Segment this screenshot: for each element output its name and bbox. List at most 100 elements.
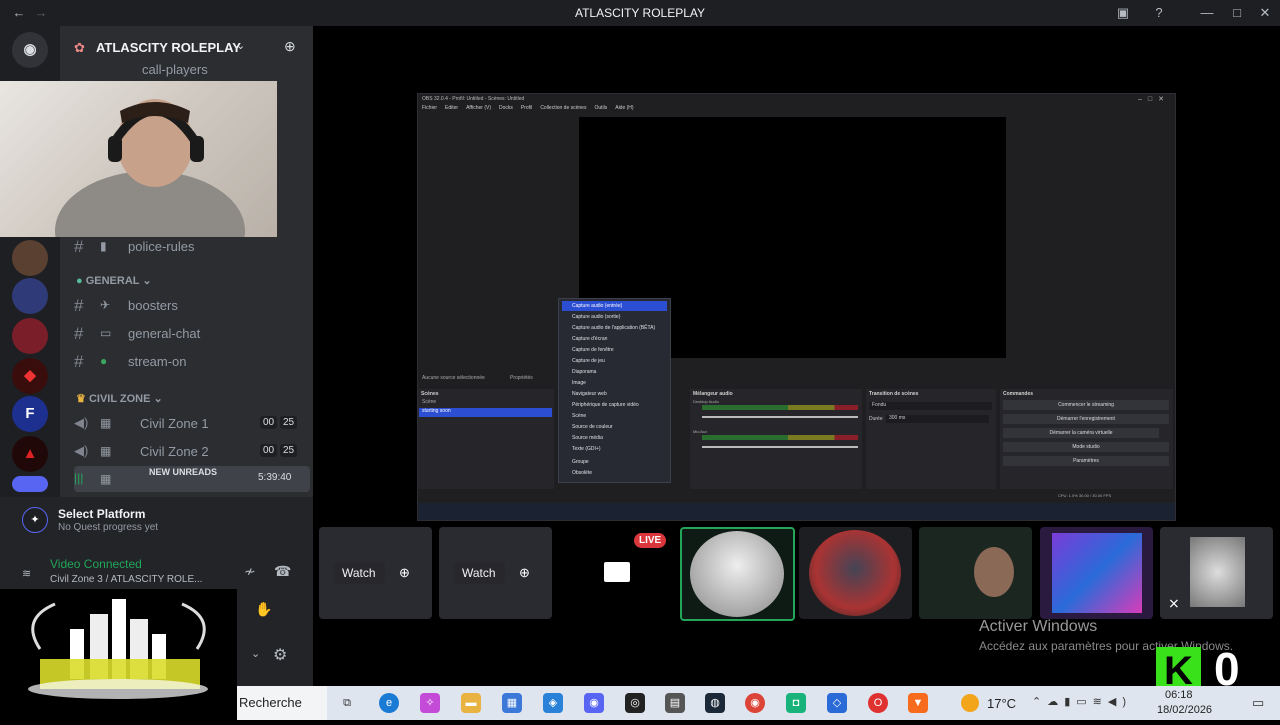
category-civil-zone[interactable]: ♛ CIVIL ZONE ⌄	[76, 392, 163, 405]
menu-item-window-capture[interactable]: Capture de fenêtre	[562, 345, 667, 355]
server-icon[interactable]	[12, 476, 48, 492]
menu-item-audio-output[interactable]: Capture audio (sortie)	[562, 312, 667, 322]
watch-button[interactable]: Watch	[333, 562, 385, 584]
voice-channel-civil-zone-1[interactable]: ◀) ▦ Civil Zone 1 00 25	[74, 410, 310, 436]
clock-date[interactable]: 18/02/2026	[1157, 704, 1212, 716]
scene-item[interactable]: Scène	[419, 399, 554, 408]
obs-menu-item[interactable]: Docks	[499, 105, 513, 111]
menu-item-image[interactable]: Image	[562, 378, 667, 388]
obs-menu-item[interactable]: Profil	[521, 105, 532, 111]
task-view-icon[interactable]: ⧉	[337, 693, 357, 713]
obs-menu-item[interactable]: Outils	[594, 105, 607, 111]
start-streaming-button[interactable]: Commencer le streaming	[1003, 400, 1169, 410]
menu-item-deprecated[interactable]: Obsolète	[562, 468, 667, 478]
menu-item-group[interactable]: Groupe	[562, 457, 667, 467]
obs-taskbar-icon[interactable]: ◎	[625, 693, 645, 713]
server-icon[interactable]	[12, 318, 48, 354]
menu-item-browser[interactable]: Navigateur web	[562, 389, 667, 399]
transition-select[interactable]: Fondu	[869, 402, 992, 410]
server-icon[interactable]	[12, 278, 48, 314]
soundboard-icon[interactable]: ✋	[255, 601, 272, 618]
stream-tile[interactable]: Watch ⊕	[319, 527, 432, 619]
brave-icon[interactable]: ▼	[908, 693, 928, 713]
zoom-icon[interactable]: ⊕	[519, 565, 530, 581]
own-stream-tile[interactable]: LIVE	[559, 527, 672, 619]
quest-icon[interactable]: ✦	[22, 507, 48, 533]
properties-button[interactable]: Propriétés	[510, 375, 533, 381]
weather-temp[interactable]: 17°C	[987, 696, 1016, 711]
obs-menu-item[interactable]: Aide (H)	[615, 105, 633, 111]
voice-status[interactable]: Video Connected	[50, 557, 142, 571]
menu-item-media-source[interactable]: Source média	[562, 433, 667, 443]
menu-item-color-source[interactable]: Source de couleur	[562, 422, 667, 432]
new-unreads-banner[interactable]: NEW UNREADS	[146, 466, 221, 478]
select-platform-title[interactable]: Select Platform	[58, 507, 145, 521]
taskbar-search[interactable]: Recherche	[237, 686, 327, 720]
channel-boosters[interactable]: # ✈ boosters	[74, 292, 310, 318]
obs-menu-bar[interactable]: Fichier Editer Afficher (V) Docks Profil Coll…	[422, 105, 642, 111]
voice-channel-current[interactable]: ||| ▦ NEW UNREADS 5:39:40	[74, 466, 310, 492]
obs-window-controls[interactable]: –□✕	[1138, 95, 1170, 103]
app-icon[interactable]: ▤	[665, 693, 685, 713]
scene-item-selected[interactable]: starting soon	[419, 408, 552, 417]
watch-button[interactable]: Watch	[453, 562, 505, 584]
gear-icon[interactable]: ⚙	[273, 645, 287, 665]
app-icon[interactable]: ◇	[827, 693, 847, 713]
edge-icon[interactable]: e	[379, 693, 399, 713]
obs-menu-item[interactable]: Collection de scènes	[540, 105, 586, 111]
participant-tile[interactable]	[799, 527, 912, 619]
zoom-icon[interactable]: ⊕	[399, 565, 410, 581]
minimize-icon[interactable]: —	[1198, 4, 1216, 22]
file-explorer-icon[interactable]: ▬	[461, 693, 481, 713]
obs-menu-item[interactable]: Afficher (V)	[466, 105, 491, 111]
inbox-icon[interactable]: ▣	[1114, 4, 1132, 22]
steam-icon[interactable]: ◍	[705, 693, 725, 713]
menu-item-app-audio[interactable]: Capture audio de l'application (BÊTA)	[562, 323, 667, 333]
app-icon[interactable]: ◈	[543, 693, 563, 713]
close-icon[interactable]: ✕	[1256, 4, 1274, 22]
participant-tile[interactable]	[1040, 527, 1153, 619]
copilot-icon[interactable]: ✧	[420, 693, 440, 713]
add-member-icon[interactable]: ⊕	[284, 38, 296, 55]
start-recording-button[interactable]: Démarrer l'enregistrement	[1003, 414, 1169, 424]
menu-item-video-capture[interactable]: Périphérique de capture vidéo	[562, 400, 667, 410]
participant-tile[interactable]: ⨯	[1160, 527, 1273, 619]
help-icon[interactable]: ?	[1150, 4, 1168, 22]
menu-item-screen-capture[interactable]: Capture d'écran	[562, 334, 667, 344]
menu-item-game-capture[interactable]: Capture de jeu	[562, 356, 667, 366]
voice-channel-name[interactable]: Civil Zone 3 / ATLASCITY ROLE...	[50, 574, 202, 585]
disconnect-icon[interactable]: ☎	[274, 563, 291, 580]
discord-home-icon[interactable]: ◉	[12, 32, 48, 68]
volume-slider[interactable]	[702, 446, 858, 448]
store-icon[interactable]: ▦	[502, 693, 522, 713]
clock-time[interactable]: 06:18	[1165, 689, 1193, 701]
chevron-down-icon[interactable]: ⌄	[236, 39, 245, 52]
app-icon[interactable]: ◘	[786, 693, 806, 713]
server-name[interactable]: ATLASCITY ROLEPLAY	[96, 40, 241, 55]
maximize-icon[interactable]: □	[1228, 4, 1246, 22]
server-icon[interactable]: F	[12, 396, 48, 432]
server-icon[interactable]: ▲	[12, 436, 48, 472]
discord-taskbar-icon[interactable]: ◉	[584, 693, 604, 713]
category-general[interactable]: ● GENERAL ⌄	[76, 274, 152, 287]
volume-slider[interactable]	[702, 416, 858, 418]
voice-channel-civil-zone-2[interactable]: ◀) ▦ Civil Zone 2 00 25	[74, 438, 310, 464]
virtual-camera-button[interactable]: Démarrer la caméra virtuelle	[1003, 428, 1159, 438]
tray-icons[interactable]: ⌃☁▮▭≋◀)	[1032, 695, 1132, 708]
participant-tile[interactable]	[919, 527, 1032, 619]
notifications-icon[interactable]: ▭	[1252, 695, 1264, 711]
participant-tile-active[interactable]	[680, 527, 795, 621]
obs-menu-item[interactable]: Fichier	[422, 105, 437, 111]
chrome-icon[interactable]: ◉	[745, 693, 765, 713]
menu-item-scene[interactable]: Scène	[562, 411, 667, 421]
studio-mode-button[interactable]: Mode studio	[1003, 442, 1169, 452]
server-icon[interactable]	[12, 240, 48, 276]
stream-tile[interactable]: Watch ⊕	[439, 527, 552, 619]
settings-button[interactable]: Paramètres	[1003, 456, 1169, 466]
noise-suppression-icon[interactable]: ≁	[244, 563, 256, 580]
menu-item-slideshow[interactable]: Diaporama	[562, 367, 667, 377]
channel-stream-on[interactable]: # ● stream-on	[74, 348, 310, 374]
chevron-down-icon[interactable]: ⌄	[251, 647, 260, 660]
menu-item-audio-input[interactable]: Capture audio (entrée)	[562, 301, 667, 311]
obs-menu-item[interactable]: Editer	[445, 105, 458, 111]
